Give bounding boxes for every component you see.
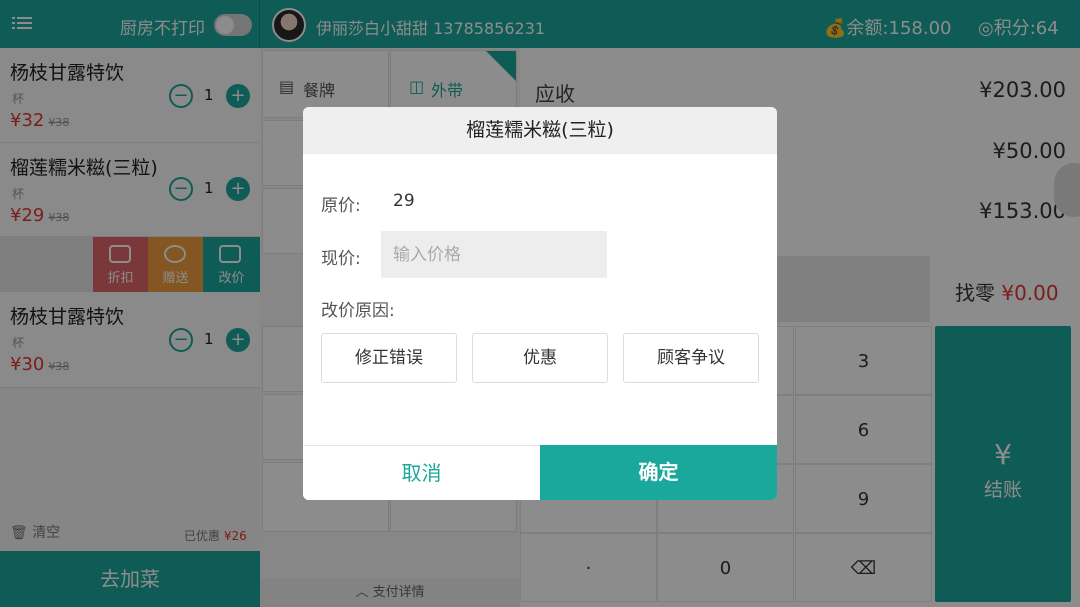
reason-fix-error[interactable]: 修正错误	[321, 333, 457, 383]
new-price-label: 现价:	[321, 249, 361, 269]
cancel-button[interactable]: 取消	[303, 445, 540, 500]
reprice-dialog: 榴莲糯米糍(三粒) 原价: 29 现价: 改价原因: 修正错误 优惠 顾客争议 …	[303, 107, 777, 500]
dialog-title: 榴莲糯米糍(三粒)	[303, 107, 777, 154]
confirm-button[interactable]: 确定	[540, 445, 777, 500]
reason-label: 改价原因:	[321, 301, 395, 321]
reason-discount[interactable]: 优惠	[472, 333, 608, 383]
orig-price-value: 29	[393, 191, 415, 211]
orig-price-label: 原价:	[321, 196, 361, 216]
new-price-input[interactable]	[381, 231, 607, 278]
reason-dispute[interactable]: 顾客争议	[623, 333, 759, 383]
